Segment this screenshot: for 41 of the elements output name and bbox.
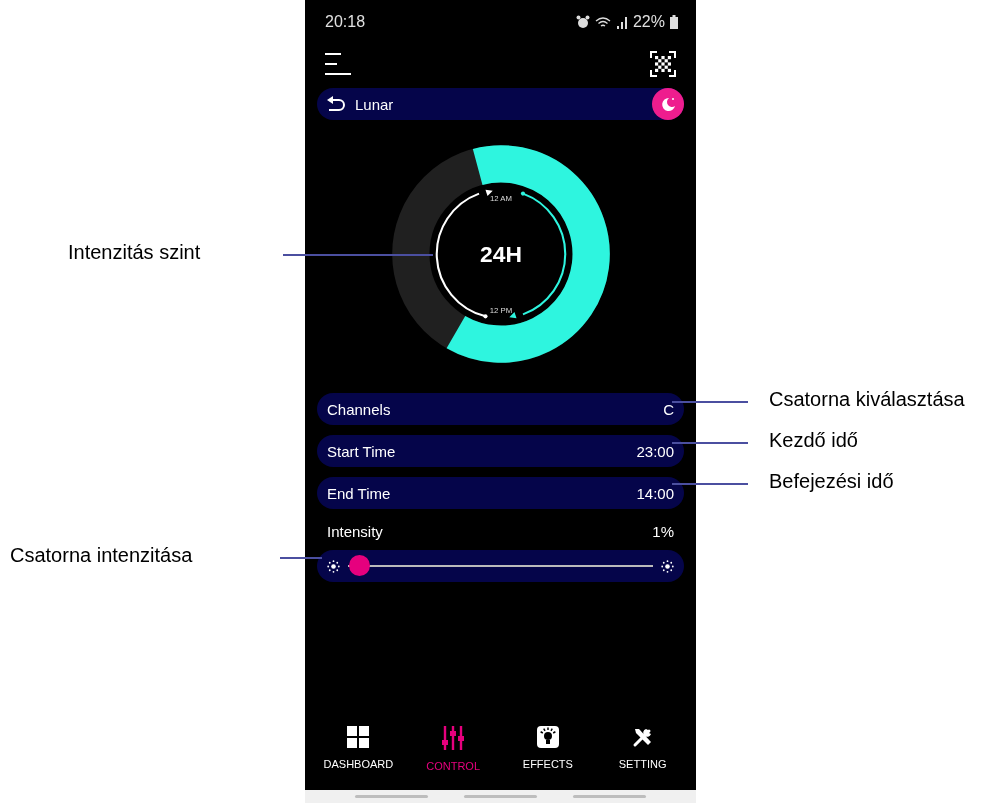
mode-bar[interactable]: Lunar bbox=[317, 88, 684, 120]
bulb-icon bbox=[536, 726, 559, 748]
setting-row[interactable]: Channels C bbox=[317, 393, 684, 425]
nav-tab[interactable]: CONTROL bbox=[408, 726, 499, 772]
alarm-icon bbox=[575, 15, 590, 29]
back-arrow-icon[interactable] bbox=[327, 96, 345, 112]
battery-icon bbox=[670, 15, 678, 29]
nav-tab[interactable]: DASHBOARD bbox=[313, 726, 404, 772]
qr-scan-icon[interactable] bbox=[650, 51, 676, 77]
menu-icon[interactable] bbox=[325, 52, 351, 76]
wifi-icon bbox=[594, 15, 611, 29]
setting-row[interactable]: End Time 14:00 bbox=[317, 477, 684, 509]
annotation-label: Befejezési idő bbox=[769, 470, 894, 493]
battery-percent: 22% bbox=[632, 13, 665, 31]
signal-icon bbox=[615, 15, 628, 29]
setting-label: Channels bbox=[327, 400, 391, 418]
dim-sun-icon bbox=[327, 559, 340, 573]
setting-label: End Time bbox=[327, 484, 391, 502]
annotation-label: Csatorna intenzitása bbox=[10, 544, 193, 567]
slider-track[interactable] bbox=[348, 555, 653, 577]
moon-icon[interactable] bbox=[652, 88, 684, 120]
intensity-reading: 1% bbox=[652, 523, 674, 540]
setting-label: Start Time bbox=[327, 442, 396, 460]
grid-icon bbox=[347, 726, 370, 748]
clock-time: 20:18 bbox=[325, 13, 366, 31]
setting-row[interactable]: Start Time 23:00 bbox=[317, 435, 684, 467]
annotation-label: Kezdő idő bbox=[769, 429, 858, 452]
setting-value: 23:00 bbox=[636, 442, 674, 460]
bright-sun-icon bbox=[661, 559, 674, 573]
setting-value: 14:00 bbox=[636, 484, 674, 502]
slider-thumb[interactable] bbox=[349, 555, 371, 576]
tools-icon bbox=[631, 726, 654, 748]
annotation-label: Intenzitás szint bbox=[68, 241, 201, 264]
intensity-label: Intensity bbox=[327, 523, 383, 540]
dial-center-label: 24H bbox=[479, 241, 522, 268]
nav-tab[interactable]: SETTING bbox=[597, 726, 688, 772]
setting-value: C bbox=[663, 400, 674, 418]
annotation-label: Csatorna kiválasztása bbox=[769, 388, 965, 411]
mode-title: Lunar bbox=[355, 95, 395, 113]
sliders-icon bbox=[442, 726, 465, 750]
nav-tab[interactable]: EFFECTS bbox=[502, 726, 593, 772]
